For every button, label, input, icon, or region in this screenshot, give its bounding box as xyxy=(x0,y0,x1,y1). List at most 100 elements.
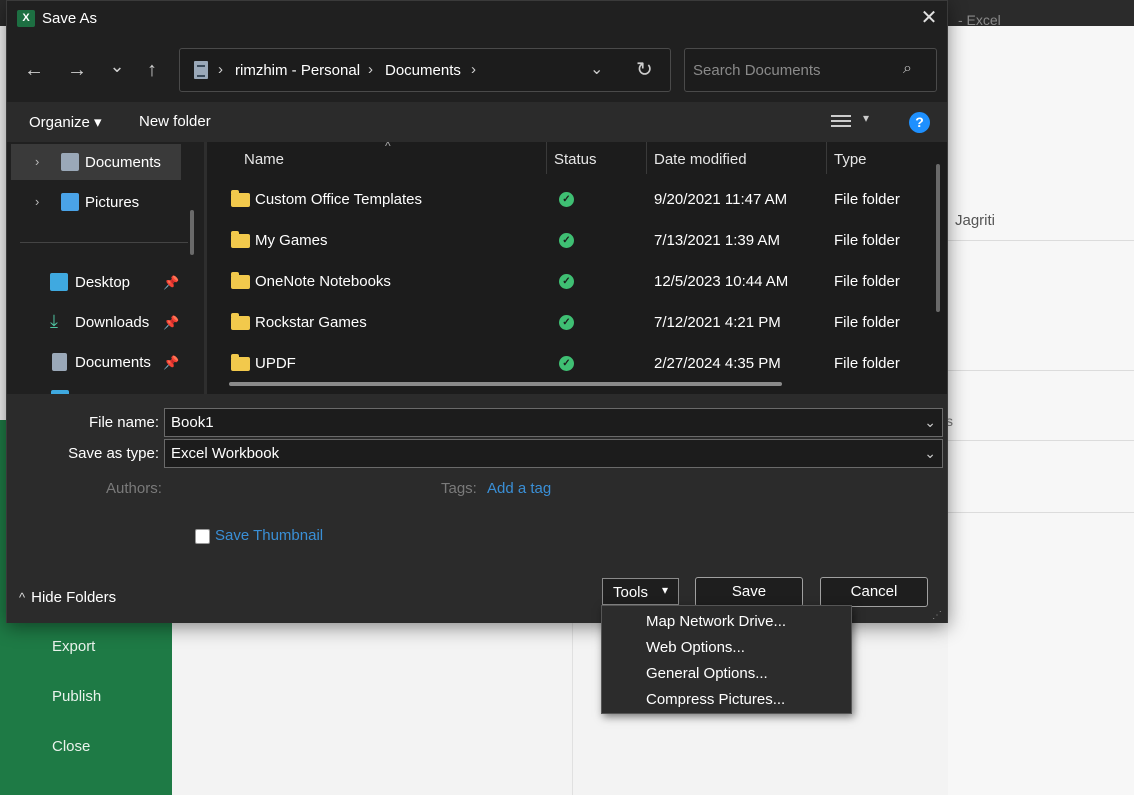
folder-icon xyxy=(231,190,250,207)
vertical-scrollbar[interactable] xyxy=(936,164,940,312)
close-icon[interactable]: ✕ xyxy=(918,6,940,30)
back-arrow-icon[interactable]: ← xyxy=(21,57,47,83)
file-name-field[interactable]: Book1 ⌄ xyxy=(164,408,943,437)
documents-icon xyxy=(61,153,79,171)
nav-item-desktop[interactable]: Desktop 📌 xyxy=(7,264,187,300)
hide-folders-button[interactable]: ^ Hide Folders xyxy=(19,589,116,606)
column-header-date[interactable]: Date modified xyxy=(654,151,747,168)
file-date: 2/27/2024 4:35 PM xyxy=(654,355,781,372)
nav-close[interactable]: Close xyxy=(52,738,90,755)
up-arrow-icon[interactable]: ↑ xyxy=(139,57,165,83)
pin-icon: 📌 xyxy=(163,355,180,370)
divider xyxy=(948,240,1134,241)
folder-icon xyxy=(231,313,250,330)
column-separator[interactable] xyxy=(646,142,647,174)
sync-ok-icon: ✓ xyxy=(559,233,574,248)
breadcrumb-documents[interactable]: Documents xyxy=(385,62,461,79)
nav-item-documents[interactable]: › Documents xyxy=(11,144,181,180)
divider xyxy=(948,370,1134,371)
menu-item-map-network-drive[interactable]: Map Network Drive... xyxy=(646,613,786,630)
nav-item-downloads[interactable]: ⤓ Downloads 📌 xyxy=(7,304,187,340)
column-header-status[interactable]: Status xyxy=(554,151,597,168)
sync-ok-icon: ✓ xyxy=(559,274,574,289)
organize-button[interactable]: Organize ▾ xyxy=(29,113,102,131)
nav-scrollbar[interactable] xyxy=(190,210,194,255)
nav-item-label: Desktop xyxy=(75,274,131,291)
dialog-titlebar: X Save As ✕ xyxy=(7,1,947,37)
nav-item-pictures[interactable]: › Pictures xyxy=(11,184,181,220)
file-row[interactable]: OneNote Notebooks ✓ 12/5/2023 10:44 AM F… xyxy=(207,264,934,305)
file-date: 9/20/2021 11:47 AM xyxy=(654,191,788,208)
column-separator[interactable] xyxy=(826,142,827,174)
documents-icon xyxy=(52,353,67,371)
file-row[interactable]: Custom Office Templates ✓ 9/20/2021 11:4… xyxy=(207,182,934,223)
horizontal-scrollbar[interactable] xyxy=(229,382,919,386)
chevron-down-icon[interactable]: ⌄ xyxy=(924,414,936,431)
chevron-right-icon[interactable]: › xyxy=(35,154,39,169)
file-row[interactable]: UPDF ✓ 2/27/2024 4:35 PM File folder xyxy=(207,346,934,387)
resize-grip-icon[interactable]: ⋰ xyxy=(932,610,942,621)
view-dropdown-icon[interactable]: ▾ xyxy=(863,111,869,125)
chevron-right-icon[interactable]: › xyxy=(35,194,39,209)
file-type: File folder xyxy=(834,191,900,208)
authors-label: Authors: xyxy=(106,480,162,497)
menu-item-general-options[interactable]: General Options... xyxy=(646,665,768,682)
save-type-select[interactable]: Excel Workbook ⌄ xyxy=(164,439,943,468)
nav-item-label: Downloads xyxy=(75,314,150,331)
dropdown-arrow-icon: ▾ xyxy=(662,583,669,597)
sync-ok-icon: ✓ xyxy=(559,315,574,330)
breadcrumb-separator[interactable]: › xyxy=(471,61,476,78)
folder-icon xyxy=(231,272,250,289)
file-row[interactable]: Rockstar Games ✓ 7/12/2021 4:21 PM File … xyxy=(207,305,934,346)
menu-item-web-options[interactable]: Web Options... xyxy=(646,639,745,656)
new-folder-button[interactable]: New folder xyxy=(139,113,211,130)
pictures-icon xyxy=(61,193,79,211)
dialog-title: Save As xyxy=(42,10,98,27)
file-name: UPDF xyxy=(255,355,296,372)
scrollbar-thumb[interactable] xyxy=(229,382,782,386)
sync-ok-icon: ✓ xyxy=(559,192,574,207)
file-type: File folder xyxy=(834,232,900,249)
file-date: 7/12/2021 4:21 PM xyxy=(654,314,781,331)
nav-item-documents-pinned[interactable]: Documents 📌 xyxy=(7,344,187,380)
backstage-right-panel xyxy=(948,26,1134,795)
hide-folders-label: Hide Folders xyxy=(31,589,117,606)
chevron-down-icon[interactable]: ⌄ xyxy=(590,59,603,79)
nav-export[interactable]: Export xyxy=(52,638,95,655)
file-row[interactable]: My Games ✓ 7/13/2021 1:39 AM File folder xyxy=(207,223,934,264)
chevron-down-icon[interactable]: ⌄ xyxy=(924,445,936,462)
breadcrumb-personal[interactable]: rimzhim - Personal xyxy=(235,62,360,79)
column-header-type[interactable]: Type xyxy=(834,151,867,168)
file-name: OneNote Notebooks xyxy=(255,273,391,290)
nav-item-label: Pictures xyxy=(85,194,140,211)
nav-publish[interactable]: Publish xyxy=(52,688,101,705)
menu-item-compress-pictures[interactable]: Compress Pictures... xyxy=(646,691,785,708)
save-options-panel: File name: Book1 ⌄ Save as type: Excel W… xyxy=(7,394,947,623)
file-name: Custom Office Templates xyxy=(255,191,423,208)
recent-locations-icon[interactable]: ⌄ xyxy=(104,53,130,79)
downloads-icon: ⤓ xyxy=(50,311,58,331)
save-type-label: Save as type: xyxy=(68,445,159,462)
cancel-button[interactable]: Cancel xyxy=(820,577,928,607)
add-tag-link[interactable]: Add a tag xyxy=(487,480,551,497)
help-icon[interactable]: ? xyxy=(909,112,930,133)
save-thumbnail-label[interactable]: Save Thumbnail xyxy=(215,527,323,544)
divider xyxy=(948,512,1134,513)
column-separator[interactable] xyxy=(546,142,547,174)
column-header-name[interactable]: Name xyxy=(244,151,284,168)
save-thumbnail-checkbox[interactable] xyxy=(195,529,210,544)
search-icon[interactable]: ⌕ xyxy=(903,60,912,78)
divider xyxy=(948,440,1134,441)
search-input[interactable] xyxy=(693,59,893,81)
file-name-value: Book1 xyxy=(171,414,214,431)
file-name-label: File name: xyxy=(88,414,159,431)
user-name: Jagriti xyxy=(955,212,996,229)
save-button[interactable]: Save xyxy=(695,577,803,607)
address-bar[interactable]: › rimzhim - Personal › Documents › ⌄ ↻ xyxy=(179,48,671,92)
search-box: ⌕ xyxy=(684,48,937,92)
command-bar: Organize ▾ New folder ▾ ? xyxy=(7,102,947,142)
refresh-icon[interactable]: ↻ xyxy=(636,57,653,82)
forward-arrow-icon[interactable]: → xyxy=(64,57,90,83)
tools-button[interactable]: Tools ▾ xyxy=(602,578,679,605)
view-options-icon[interactable] xyxy=(831,112,851,130)
